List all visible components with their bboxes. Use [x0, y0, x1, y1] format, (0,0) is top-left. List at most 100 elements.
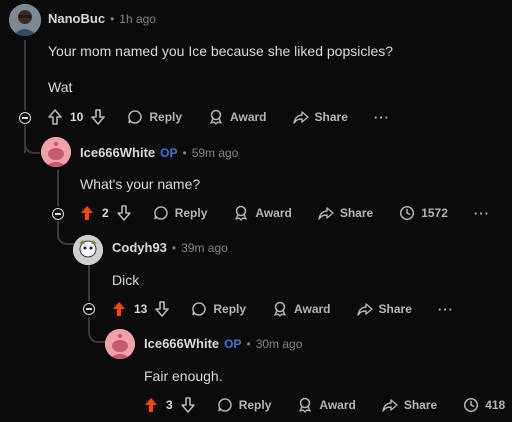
- award-button[interactable]: Award: [233, 205, 292, 221]
- thread-line-2-curve: [57, 221, 75, 245]
- collapse-thread-button[interactable]: [83, 303, 95, 315]
- share-arrow-icon: [382, 399, 398, 412]
- award-button[interactable]: Award: [272, 301, 331, 317]
- action-bar: 2 Reply Award Share 1572 ···: [80, 205, 490, 221]
- separator-dot: •: [182, 145, 187, 160]
- thread-line-3-curve: [88, 317, 106, 343]
- comment-body-line: What's your name?: [80, 176, 201, 192]
- upvote-button[interactable]: [48, 109, 62, 125]
- avatar[interactable]: [41, 137, 71, 167]
- avatar[interactable]: [105, 329, 135, 359]
- comment-bubble-icon: [153, 206, 168, 220]
- thread-line-1-curve: [24, 130, 40, 154]
- action-bar: 13 Reply Award Share ···: [112, 301, 454, 317]
- share-label: Share: [403, 398, 438, 412]
- comment-body-line: Dick: [112, 272, 140, 288]
- thread-line-2: [57, 170, 59, 206]
- vote-score: 2: [102, 206, 109, 220]
- share-arrow-icon: [318, 207, 334, 220]
- comment-bubble-icon: [192, 302, 207, 316]
- award-label: Award: [294, 302, 331, 316]
- award-icon: [299, 397, 312, 413]
- reply-button[interactable]: Reply: [191, 301, 246, 317]
- downvote-arrow-icon: [155, 301, 170, 317]
- upvote-arrow-filled-icon: [81, 206, 93, 220]
- share-button[interactable]: Share: [318, 205, 373, 221]
- downvote-arrow-icon: [180, 397, 195, 413]
- comment-body-line: Fair enough.: [144, 368, 223, 384]
- share-label: Share: [314, 110, 348, 124]
- thread-line-3: [88, 265, 90, 301]
- comment-bubble-icon: [217, 398, 232, 412]
- upvote-arrow-icon: [48, 109, 62, 125]
- reply-label: Reply: [213, 302, 247, 316]
- thread-line-1: [24, 40, 26, 110]
- avatar[interactable]: [73, 235, 103, 265]
- collapse-thread-button[interactable]: [19, 112, 31, 124]
- upvote-arrow-filled-icon: [145, 398, 157, 412]
- vote-score: 3: [166, 398, 173, 412]
- share-arrow-icon: [292, 111, 309, 124]
- share-button[interactable]: Share: [356, 301, 412, 317]
- reply-button[interactable]: Reply: [153, 205, 208, 221]
- vote-score: 10: [70, 110, 84, 124]
- award-button[interactable]: Award: [208, 109, 267, 125]
- comment-body-line: Your mom named you Ice because she liked…: [48, 43, 394, 59]
- award-icon: [210, 109, 222, 125]
- comment-bubble-icon: [128, 110, 143, 124]
- username[interactable]: Codyh93: [112, 240, 167, 255]
- downvote-button[interactable]: [116, 205, 131, 221]
- reply-label: Reply: [238, 398, 272, 412]
- share-label: Share: [378, 302, 412, 316]
- reply-label: Reply: [149, 110, 183, 124]
- collapse-thread-button[interactable]: [52, 208, 64, 220]
- more-options-button[interactable]: ···: [374, 110, 390, 125]
- vote-score: 13: [134, 302, 148, 316]
- username[interactable]: Ice666White: [80, 145, 155, 160]
- view-count[interactable]: 418: [463, 397, 505, 413]
- downvote-arrow-icon: [91, 109, 106, 125]
- share-button[interactable]: Share: [292, 109, 348, 125]
- downvote-button[interactable]: [91, 109, 106, 125]
- downvote-button[interactable]: [155, 301, 170, 317]
- reply-label: Reply: [174, 206, 208, 220]
- timestamp[interactable]: 59m ago: [192, 146, 239, 160]
- reply-button[interactable]: Reply: [127, 109, 182, 125]
- avatar[interactable]: [9, 4, 41, 36]
- award-icon: [274, 301, 286, 317]
- separator-dot: •: [171, 240, 177, 255]
- clock-icon: [400, 205, 415, 221]
- op-badge: OP: [224, 336, 242, 351]
- upvote-arrow-filled-icon: [113, 302, 125, 316]
- op-badge: OP: [160, 145, 178, 160]
- view-count[interactable]: 1572: [399, 205, 448, 221]
- award-label: Award: [230, 110, 267, 124]
- award-label: Award: [255, 206, 292, 220]
- downvote-arrow-icon: [116, 205, 131, 221]
- timestamp[interactable]: 30m ago: [256, 337, 303, 351]
- share-arrow-icon: [356, 303, 373, 316]
- more-options-button[interactable]: ···: [438, 302, 454, 317]
- upvote-button[interactable]: [80, 205, 94, 221]
- upvote-button[interactable]: [112, 301, 126, 317]
- username[interactable]: NanoBuc: [48, 11, 105, 26]
- share-label: Share: [339, 206, 374, 220]
- timestamp[interactable]: 1h ago: [119, 12, 156, 26]
- comment-body-line: Wat: [48, 79, 73, 95]
- action-bar: 10 Reply Award Share ···: [48, 109, 390, 125]
- more-options-button[interactable]: ···: [474, 206, 490, 221]
- award-label: Award: [319, 398, 356, 412]
- reply-button[interactable]: Reply: [217, 397, 272, 413]
- view-count-value: 418: [485, 398, 506, 412]
- award-button[interactable]: Award: [297, 397, 356, 413]
- username[interactable]: Ice666White: [144, 336, 219, 351]
- separator-dot: •: [246, 336, 251, 351]
- view-count-value: 1572: [421, 206, 448, 220]
- clock-icon: [464, 397, 479, 413]
- share-button[interactable]: Share: [382, 397, 437, 413]
- upvote-button[interactable]: [144, 397, 158, 413]
- timestamp[interactable]: 39m ago: [181, 241, 228, 255]
- action-bar: 3 Reply Award Share 418: [144, 397, 505, 413]
- award-icon: [235, 205, 248, 221]
- downvote-button[interactable]: [180, 397, 195, 413]
